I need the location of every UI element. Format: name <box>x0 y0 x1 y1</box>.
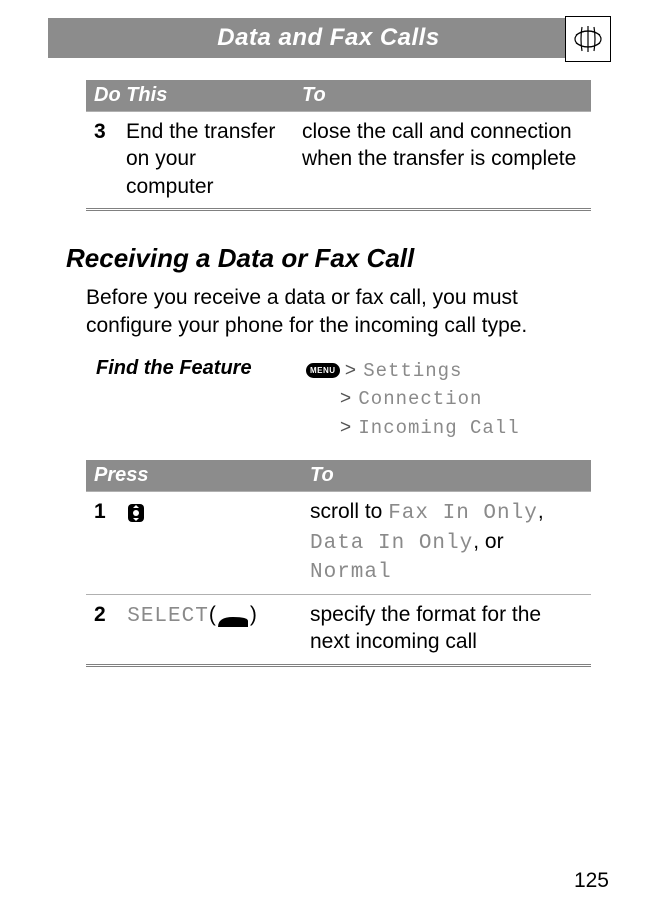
page-number: 125 <box>574 869 609 893</box>
table-row: 2 SELECT( ) specify the format for the n… <box>86 595 591 666</box>
menu-path-connection: Connection <box>358 388 482 410</box>
col-to-header: To <box>294 80 591 112</box>
option-fax-in-only: Fax In Only <box>388 502 538 525</box>
header-title: Data and Fax Calls <box>48 18 609 58</box>
table-row: 1 scroll to Fax In Only, Data In Only, o… <box>86 492 591 595</box>
to-cell: specify the format for the next incoming… <box>302 595 591 666</box>
press-table: Press To 1 scroll to Fax <box>86 460 591 666</box>
page-header: Data and Fax Calls <box>48 18 609 58</box>
menu-button-icon: MENU <box>306 363 340 379</box>
find-feature-label: Find the Feature <box>96 357 306 380</box>
col-press-header: Press <box>86 460 302 492</box>
to-cell: scroll to Fax In Only, Data In Only, or … <box>302 492 591 595</box>
softkey-label: SELECT <box>127 605 209 628</box>
step-number: 3 <box>86 112 118 210</box>
table-row: 3 End the transfer on your computer clos… <box>86 112 591 210</box>
step-number: 2 <box>86 595 119 666</box>
step-number: 1 <box>86 492 119 595</box>
nav-key-icon <box>127 503 145 523</box>
table-header-row: Do This To <box>86 80 591 112</box>
to-cell: close the call and connection when the t… <box>294 112 591 210</box>
do-cell: End the transfer on your computer <box>118 112 294 210</box>
option-normal: Normal <box>310 561 392 584</box>
menu-path-incoming-call: Incoming Call <box>358 417 519 439</box>
feature-path: MENU > Settings > Connection > Incoming … <box>306 357 520 443</box>
col-to-header: To <box>302 460 591 492</box>
menu-path-settings: Settings <box>363 360 462 382</box>
col-do-header: Do This <box>86 80 294 112</box>
table-header-row: Press To <box>86 460 591 492</box>
section-heading: Receiving a Data or Fax Call <box>66 243 591 274</box>
left-softkey-icon <box>216 609 250 623</box>
do-this-table: Do This To 3 End the transfer on your co… <box>86 80 591 211</box>
section-intro: Before you receive a data or fax call, y… <box>86 284 591 341</box>
option-data-in-only: Data In Only <box>310 532 473 555</box>
find-the-feature: Find the Feature MENU > Settings > Conne… <box>96 357 591 443</box>
press-cell: SELECT( ) <box>119 595 302 666</box>
press-cell <box>119 492 302 595</box>
data-fax-icon <box>565 16 611 62</box>
